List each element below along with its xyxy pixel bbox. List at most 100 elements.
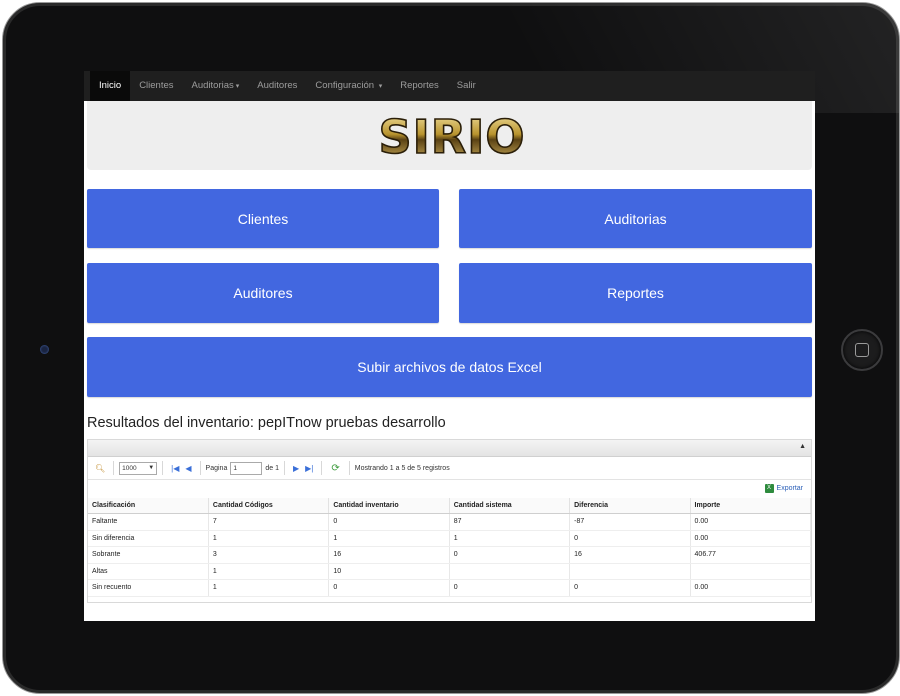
export-row: X Exportar bbox=[88, 480, 811, 498]
table-cell: Sobrante bbox=[88, 546, 209, 564]
table-cell: 0 bbox=[449, 546, 571, 564]
nav-item-configuracion[interactable]: Configuración ▾ bbox=[306, 71, 391, 101]
table-row[interactable]: Altas 1 10 bbox=[88, 563, 812, 580]
table-cell: 0 bbox=[569, 579, 691, 597]
tile-label: Subir archivos de datos Excel bbox=[357, 359, 542, 375]
column-header[interactable]: Cantidad sistema bbox=[449, 498, 571, 514]
grid-titlebar: ▲ bbox=[88, 440, 811, 457]
table-cell: 0 bbox=[328, 579, 450, 597]
divider bbox=[199, 461, 201, 475]
column-header[interactable]: Importe bbox=[690, 498, 812, 514]
tile-label: Auditores bbox=[233, 285, 293, 301]
results-grid: ▲ 🔍︎ 1000 ▼ |◀ ◀ Pagina 1 de 1 ▶ ▶| ⟳ Mos… bbox=[87, 439, 812, 603]
table-cell: Sin diferencia bbox=[88, 530, 209, 547]
column-header[interactable]: Diferencia bbox=[569, 498, 691, 514]
nav-item-reportes[interactable]: Reportes bbox=[391, 71, 448, 101]
table-cell: 7 bbox=[208, 513, 330, 531]
divider bbox=[348, 461, 350, 475]
page-size-select[interactable]: 1000 ▼ bbox=[119, 461, 158, 475]
excel-icon: X bbox=[764, 484, 774, 493]
table-row[interactable]: Sin recuento 1 0 0 0 0.00 bbox=[88, 579, 812, 597]
table-cell: 1 bbox=[208, 579, 330, 597]
caret-down-icon: ▾ bbox=[378, 83, 383, 90]
first-page-icon[interactable]: |◀ bbox=[171, 464, 179, 473]
page-size-value: 1000 bbox=[122, 464, 137, 472]
next-page-icon[interactable]: ▶ bbox=[293, 464, 299, 473]
table-cell: 0 bbox=[328, 513, 450, 531]
table-cell: Sin recuento bbox=[88, 579, 209, 597]
nav-item-label: Configuración bbox=[315, 80, 375, 91]
auditorias-tile[interactable]: Auditorias bbox=[459, 189, 812, 248]
column-header[interactable]: Cantidad Códigos bbox=[208, 498, 330, 514]
table-cell: 1 bbox=[328, 530, 450, 547]
app-screen: Inicio Clientes Auditorias ▾ Auditores Co… bbox=[84, 71, 815, 621]
table-cell bbox=[569, 563, 691, 580]
table-cell: Altas bbox=[88, 563, 209, 580]
home-button[interactable] bbox=[841, 329, 883, 371]
dropdown-arrow-icon: ▼ bbox=[148, 464, 155, 471]
table-cell bbox=[690, 563, 812, 580]
last-page-icon[interactable]: ▶| bbox=[305, 464, 313, 473]
nav-item-salir[interactable]: Salir bbox=[448, 71, 485, 101]
table-cell: 16 bbox=[328, 546, 450, 564]
column-header[interactable]: Clasificación bbox=[88, 498, 209, 514]
export-label: Exportar bbox=[776, 485, 803, 492]
divider bbox=[113, 461, 115, 475]
table-cell: 0 bbox=[449, 579, 571, 597]
table-cell bbox=[449, 563, 571, 580]
table-cell: -87 bbox=[569, 513, 691, 531]
tile-label: Clientes bbox=[237, 210, 289, 227]
table-cell: Faltante bbox=[88, 513, 209, 531]
table-header-row: Clasificación Cantidad Códigos Cantidad … bbox=[88, 498, 812, 514]
page-number-input[interactable]: 1 bbox=[230, 461, 263, 475]
tile-label: Reportes bbox=[607, 285, 664, 301]
caret-down-icon: ▾ bbox=[235, 83, 240, 90]
subir-excel-tile[interactable]: Subir archivos de datos Excel bbox=[87, 337, 812, 397]
column-header[interactable]: Cantidad inventario bbox=[328, 498, 450, 514]
table-row[interactable]: Faltante 7 0 87 -87 0.00 bbox=[88, 513, 812, 531]
reportes-tile[interactable]: Reportes bbox=[459, 263, 812, 323]
table-cell: 1 bbox=[208, 530, 330, 547]
table-cell: 0.00 bbox=[690, 579, 812, 597]
clientes-tile[interactable]: Clientes bbox=[87, 189, 439, 248]
collapse-up-icon[interactable]: ▲ bbox=[799, 443, 806, 450]
page-total-label: de 1 bbox=[265, 464, 279, 472]
sirio-logo: SIRIO bbox=[378, 109, 526, 163]
nav-item-label: Auditorias bbox=[191, 80, 234, 91]
grid-pager: 🔍︎ 1000 ▼ |◀ ◀ Pagina 1 de 1 ▶ ▶| ⟳ Mostr… bbox=[88, 457, 811, 480]
table-cell: 0.00 bbox=[690, 513, 812, 531]
divider bbox=[321, 461, 323, 475]
nav-item-auditores[interactable]: Auditores bbox=[248, 71, 306, 101]
search-icon[interactable]: 🔍︎ bbox=[95, 464, 105, 473]
table-row[interactable]: Sin diferencia 1 1 1 0 0.00 bbox=[88, 530, 812, 547]
auditores-tile[interactable]: Auditores bbox=[87, 263, 439, 323]
table-cell: 3 bbox=[208, 546, 330, 564]
results-title: Resultados del inventario: pepITnow prue… bbox=[87, 415, 446, 431]
top-navbar: Inicio Clientes Auditorias ▾ Auditores Co… bbox=[84, 71, 815, 101]
table-cell: 1 bbox=[449, 530, 571, 547]
results-table: Clasificación Cantidad Códigos Cantidad … bbox=[88, 498, 812, 597]
nav-item-auditorias[interactable]: Auditorias ▾ bbox=[183, 71, 249, 101]
svg-text:SIRIO: SIRIO bbox=[379, 110, 526, 163]
nav-item-clientes[interactable]: Clientes bbox=[130, 71, 182, 101]
nav-item-inicio[interactable]: Inicio bbox=[90, 71, 131, 101]
camera-icon bbox=[40, 345, 49, 354]
refresh-icon[interactable]: ⟳ bbox=[331, 463, 339, 474]
table-row[interactable]: Sobrante 3 16 0 16 406.77 bbox=[88, 546, 812, 564]
page-number-value: 1 bbox=[233, 464, 237, 472]
table-cell: 0.00 bbox=[690, 530, 812, 547]
table-cell: 406.77 bbox=[690, 546, 812, 564]
table-cell: 87 bbox=[449, 513, 571, 531]
page-label: Pagina bbox=[205, 464, 228, 472]
divider bbox=[283, 461, 285, 475]
tile-label: Auditorias bbox=[604, 210, 667, 227]
divider bbox=[162, 461, 164, 475]
export-button[interactable]: X Exportar bbox=[764, 484, 803, 493]
table-cell: 16 bbox=[569, 546, 691, 564]
table-cell: 10 bbox=[328, 563, 450, 580]
prev-page-icon[interactable]: ◀ bbox=[185, 464, 191, 473]
logo-banner: SIRIO bbox=[87, 101, 812, 170]
home-square-icon bbox=[855, 343, 869, 357]
table-cell: 0 bbox=[569, 530, 691, 547]
table-cell: 1 bbox=[208, 563, 330, 580]
